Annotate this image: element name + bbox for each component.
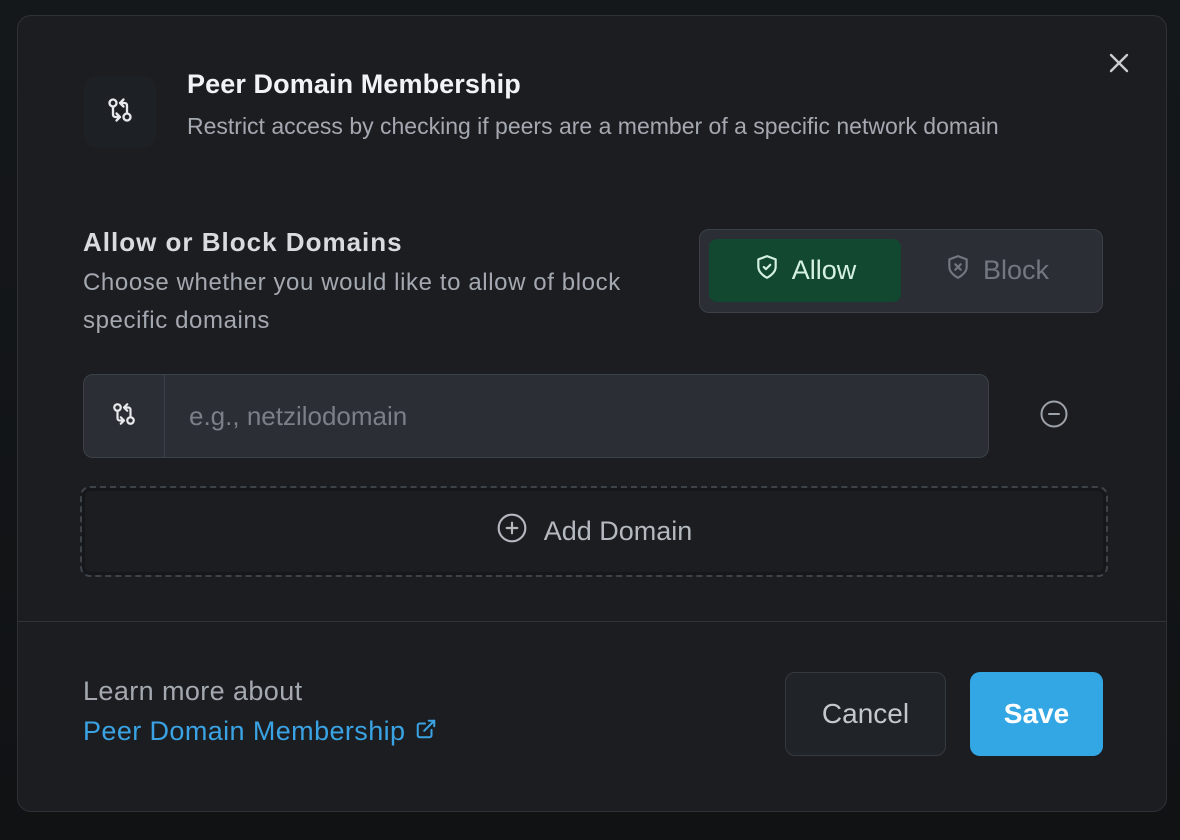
shield-check-icon <box>754 254 780 287</box>
add-domain-label: Add Domain <box>543 516 693 546</box>
external-link-icon <box>415 716 437 747</box>
domain-field-prefix <box>84 375 165 457</box>
add-domain-button[interactable]: Add Domain <box>80 486 1108 577</box>
remove-domain-button[interactable] <box>1036 398 1072 434</box>
shield-x-icon <box>945 254 971 287</box>
section-description: Choose whether you would like to allow o… <box>83 269 621 334</box>
dialog-subtitle: Restrict access by checking if peers are… <box>187 113 999 139</box>
dialog-title: Peer Domain Membership <box>187 69 521 99</box>
close-button[interactable] <box>1104 50 1134 80</box>
header-icon-tile <box>84 76 156 148</box>
peer-domain-modal: Peer Domain Membership Restrict access b… <box>17 15 1167 812</box>
plus-circle-icon <box>496 512 528 551</box>
footer-divider <box>18 621 1166 622</box>
learn-more-link[interactable]: Peer Domain Membership <box>83 716 437 747</box>
git-compare-icon <box>106 96 134 129</box>
allow-option[interactable]: Allow <box>709 239 901 302</box>
domain-input[interactable] <box>165 375 988 457</box>
block-label: Block <box>982 255 1050 285</box>
cancel-button[interactable]: Cancel <box>785 672 946 756</box>
domain-field <box>83 374 989 458</box>
block-option[interactable]: Block <box>901 239 1093 302</box>
learn-more-text: Learn more about <box>83 676 303 706</box>
git-compare-icon <box>111 401 137 432</box>
minus-circle-icon <box>1039 399 1069 434</box>
learn-more-link-label: Peer Domain Membership <box>83 716 406 746</box>
close-icon <box>1107 51 1131 80</box>
allow-block-toggle: Allow Block <box>699 229 1103 313</box>
allow-label: Allow <box>791 255 857 285</box>
save-button[interactable]: Save <box>970 672 1103 756</box>
section-title: Allow or Block Domains <box>83 227 403 257</box>
